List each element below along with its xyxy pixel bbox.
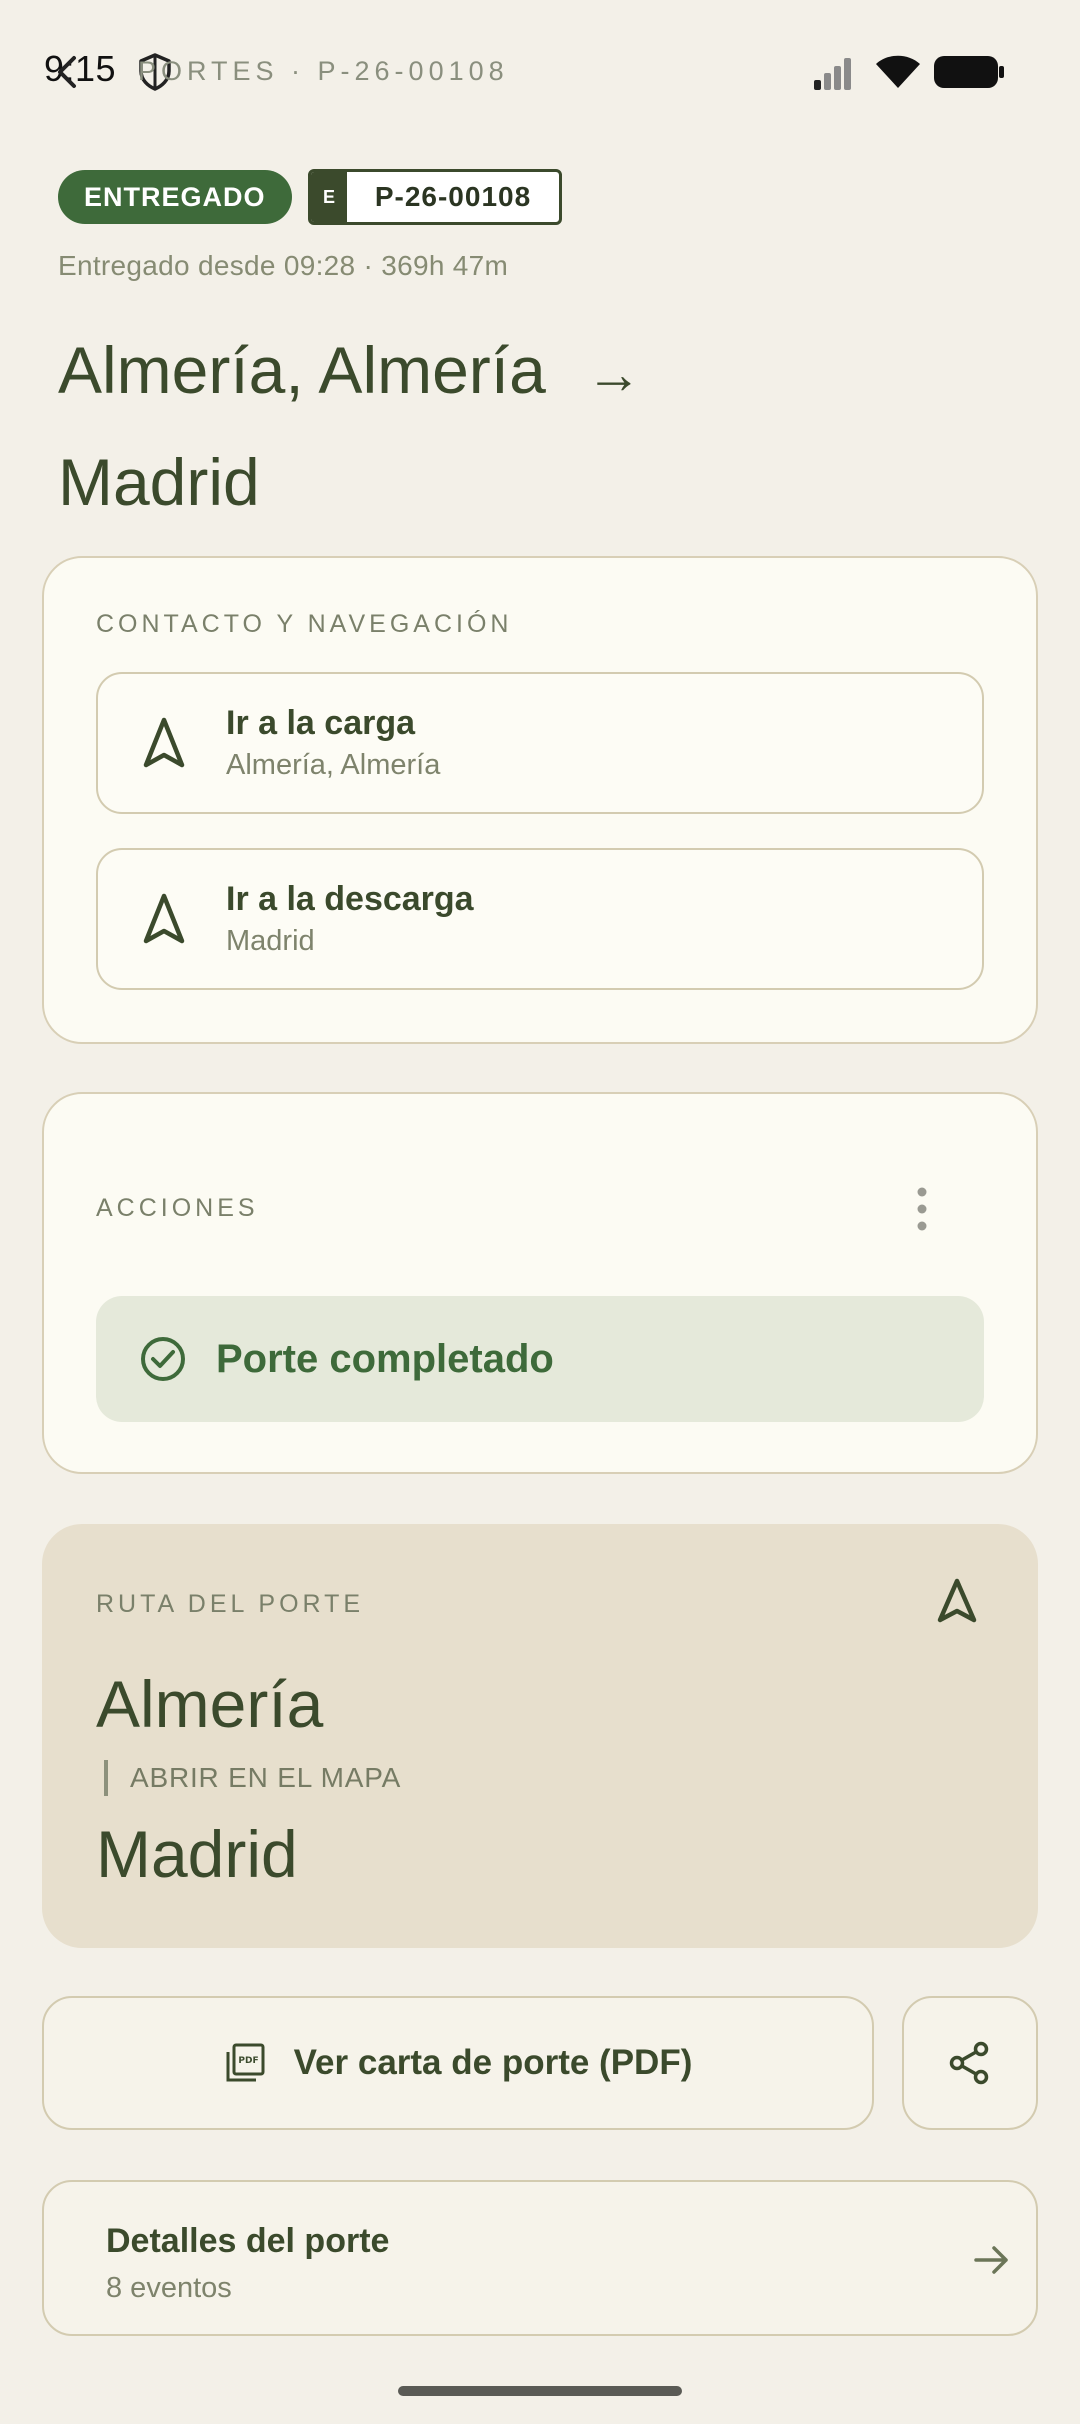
navigation-arrow-icon [143, 893, 185, 944]
arrow-right-icon [974, 2246, 1008, 2274]
delivered-since: Entregado desde 09:28 · 369h 47m [58, 250, 509, 281]
share-button[interactable] [902, 1996, 1038, 2130]
page-title: Almería, Almería → Madrid [58, 316, 958, 536]
route-card-label: RUTA DEL PORTE [96, 1590, 365, 1618]
contact-card-label: CONTACTO Y NAVEGACIÓN [96, 610, 513, 638]
completed-status: Porte completado [96, 1296, 984, 1422]
go-to-load-button[interactable]: Ir a la carga Almería, Almería [96, 672, 984, 814]
route-connector [104, 1760, 108, 1796]
details-subtitle: 8 eventos [106, 2272, 232, 2304]
back-arrow-icon[interactable] [48, 52, 88, 92]
view-pdf-label: Ver carta de porte (PDF) [293, 2043, 693, 2082]
svg-text:PDF: PDF [238, 2056, 258, 2066]
go-to-load-subtitle: Almería, Almería [226, 749, 441, 781]
actions-card-label: ACCIONES [96, 1194, 259, 1222]
go-to-unload-subtitle: Madrid [226, 925, 315, 957]
plate-number: P-26-00108 [374, 181, 532, 212]
topbar-title: PORTES · P-26-00108 [138, 56, 509, 86]
route-destination: Madrid [58, 445, 260, 519]
share-icon [949, 2041, 989, 2085]
navigation-arrow-icon [143, 717, 185, 768]
go-to-unload-button[interactable]: Ir a la descarga Madrid [96, 848, 984, 990]
open-in-map-label: ABRIR EN EL MAPA [130, 1762, 402, 1793]
route-origin: Almería, Almería [58, 333, 546, 407]
wifi-icon [876, 55, 920, 88]
home-indicator[interactable] [398, 2386, 682, 2396]
more-options-icon[interactable] [908, 1186, 936, 1232]
navigation-arrow-icon[interactable] [936, 1578, 978, 1624]
view-pdf-button[interactable]: PDF Ver carta de porte (PDF) [42, 1996, 874, 2130]
go-to-load-title: Ir a la carga [226, 704, 416, 742]
license-plate: E P-26-00108 [308, 169, 562, 225]
route-from: Almería [96, 1667, 324, 1741]
status-badge: ENTREGADO [58, 170, 292, 224]
completed-status-text: Porte completado [216, 1336, 554, 1381]
porte-details-button[interactable]: Detalles del porte 8 eventos [42, 2180, 1038, 2336]
route-to: Madrid [96, 1817, 298, 1891]
details-title: Detalles del porte [106, 2222, 390, 2260]
go-to-unload-title: Ir a la descarga [226, 880, 474, 918]
check-circle-icon [141, 1337, 185, 1381]
battery-icon [934, 56, 1004, 88]
route-arrow-icon: → [585, 342, 642, 405]
plate-country: E [311, 172, 347, 222]
pdf-icon: PDF [226, 2043, 265, 2082]
open-in-map-link[interactable]: ABRIR EN EL MAPA [96, 1760, 401, 1796]
signal-icon [814, 58, 851, 90]
